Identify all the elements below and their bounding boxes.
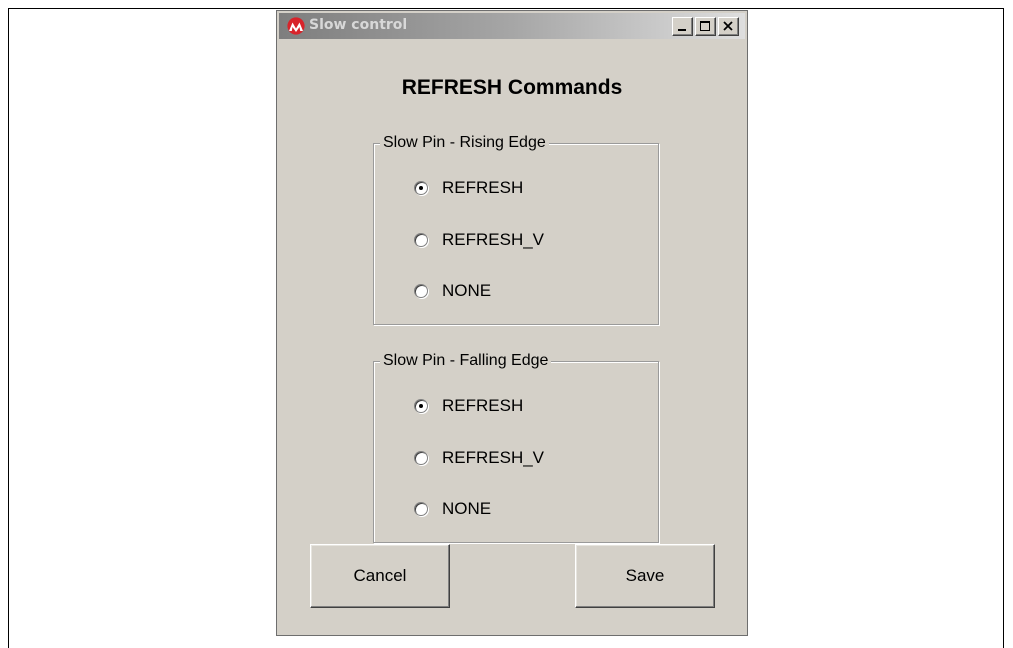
- radio-checked-icon[interactable]: [414, 181, 428, 195]
- minimize-button[interactable]: [672, 17, 693, 36]
- maximize-button[interactable]: [695, 17, 716, 36]
- cancel-button[interactable]: Cancel: [310, 544, 450, 608]
- rising-none-radio[interactable]: NONE: [414, 280, 491, 302]
- rising-edge-legend: Slow Pin - Rising Edge: [380, 134, 549, 152]
- falling-edge-group: Slow Pin - Falling Edge REFRESH REFRESH_…: [373, 352, 659, 543]
- rising-refresh-v-label[interactable]: REFRESH_V: [442, 230, 544, 250]
- rising-refresh-radio[interactable]: REFRESH: [414, 177, 523, 199]
- radio-unchecked-icon[interactable]: [414, 284, 428, 298]
- slow-control-window: Slow control REFRESH Commands Slow Pin -…: [276, 10, 748, 636]
- refresh-commands-heading: REFRESH Commands: [401, 76, 623, 99]
- close-icon: [723, 21, 733, 31]
- window-title: Slow control: [309, 17, 408, 33]
- radio-unchecked-icon[interactable]: [414, 502, 428, 516]
- rising-refresh-label[interactable]: REFRESH: [442, 178, 523, 198]
- falling-refresh-radio[interactable]: REFRESH: [414, 395, 523, 417]
- falling-refresh-v-radio[interactable]: REFRESH_V: [414, 447, 544, 469]
- radio-checked-icon[interactable]: [414, 399, 428, 413]
- title-bar[interactable]: Slow control: [279, 13, 745, 39]
- radio-unchecked-icon[interactable]: [414, 233, 428, 247]
- falling-edge-legend: Slow Pin - Falling Edge: [380, 352, 552, 370]
- save-button[interactable]: Save: [575, 544, 715, 608]
- rising-none-label[interactable]: NONE: [442, 281, 491, 301]
- minimize-icon: [678, 29, 686, 31]
- falling-refresh-v-label[interactable]: REFRESH_V: [442, 448, 544, 468]
- falling-none-label[interactable]: NONE: [442, 499, 491, 519]
- microchip-logo-icon: [287, 17, 305, 35]
- falling-none-radio[interactable]: NONE: [414, 498, 491, 520]
- close-button[interactable]: [718, 17, 739, 36]
- falling-refresh-label[interactable]: REFRESH: [442, 396, 523, 416]
- radio-unchecked-icon[interactable]: [414, 451, 428, 465]
- rising-edge-group: Slow Pin - Rising Edge REFRESH REFRESH_V…: [373, 134, 659, 325]
- rising-refresh-v-radio[interactable]: REFRESH_V: [414, 229, 544, 251]
- maximize-icon: [700, 21, 710, 31]
